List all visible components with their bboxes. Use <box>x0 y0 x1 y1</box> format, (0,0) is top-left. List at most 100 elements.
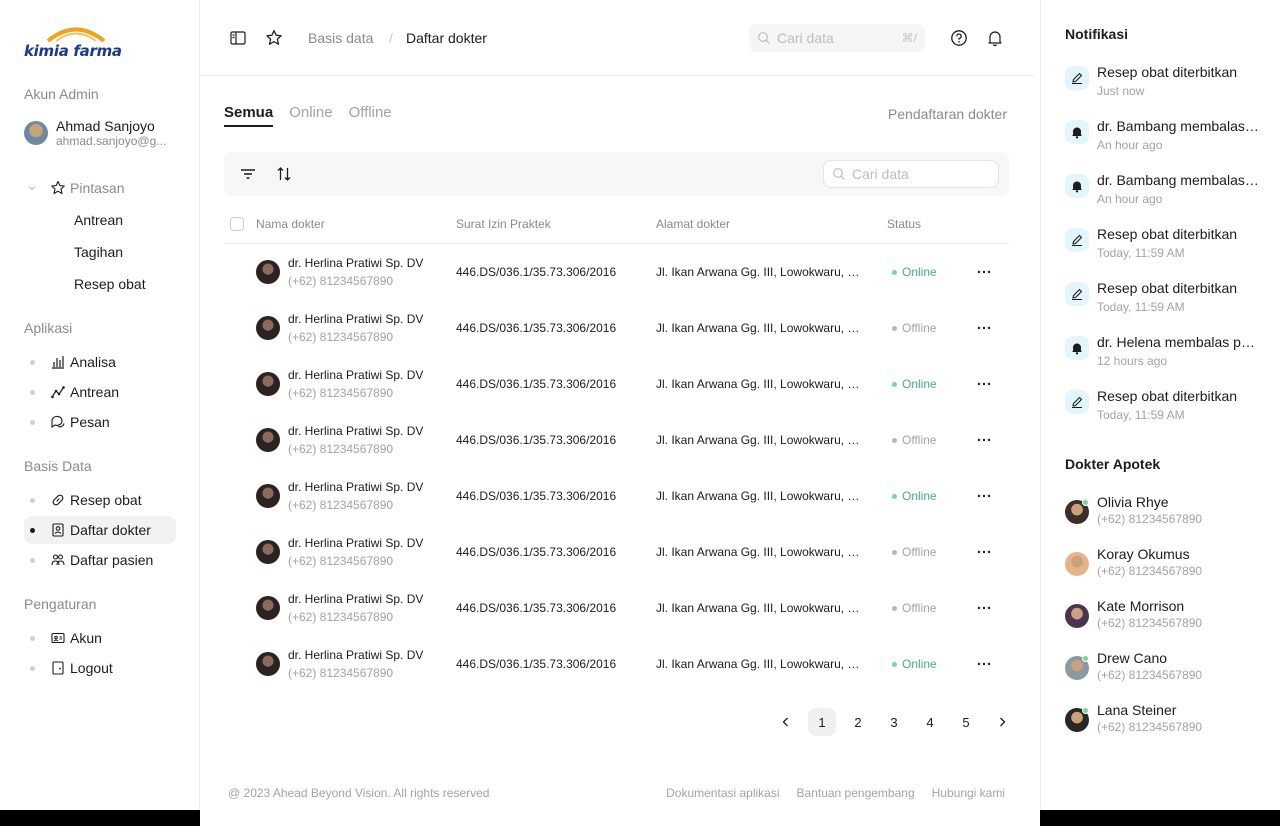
notification-item[interactable]: dr. Helena membalas pesan 12 hours ago <box>1065 334 1265 374</box>
column-header-name[interactable]: Nama dokter <box>256 217 325 231</box>
pharmacist-item[interactable]: Kate Morrison (+62) 81234567890 <box>1065 598 1265 638</box>
admin-profile[interactable]: Ahmad Sanjoyo ahmad.sanjoyo@g... <box>24 116 184 150</box>
pharmacist-item[interactable]: Lana Steiner (+62) 81234567890 <box>1065 702 1265 742</box>
table-row[interactable]: dr. Herlina Pratiwi Sp. DV (+62) 81234567… <box>224 412 1009 468</box>
table-row[interactable]: dr. Herlina Pratiwi Sp. DV (+62) 81234567… <box>224 244 1009 300</box>
more-options-icon[interactable] <box>972 430 996 450</box>
doctor-avatar <box>256 372 280 396</box>
column-header-status[interactable]: Status <box>887 217 921 231</box>
sidebar-item-akun[interactable]: Akun <box>24 624 176 652</box>
more-options-icon[interactable] <box>972 598 996 618</box>
sidebar-group-pintasan[interactable]: Pintasan <box>24 174 176 202</box>
sidebar-item-antrean-shortcut[interactable]: Antrean <box>24 206 176 234</box>
notification-item[interactable]: Resep obat diterbitkan Just now <box>1065 64 1265 104</box>
pharmacist-phone: (+62) 81234567890 <box>1097 616 1203 630</box>
sidebar-item-label: Daftar dokter <box>70 522 151 538</box>
tab-offline[interactable]: Offline <box>349 104 392 127</box>
register-doctor-link[interactable]: Pendaftaran dokter <box>888 106 1007 122</box>
table-row[interactable]: dr. Herlina Pratiwi Sp. DV (+62) 81234567… <box>224 300 1009 356</box>
table-row[interactable]: dr. Herlina Pratiwi Sp. DV (+62) 81234567… <box>224 468 1009 524</box>
notification-item[interactable]: dr. Bambang membalas pesan An hour ago <box>1065 172 1265 212</box>
prev-page-icon[interactable] <box>772 708 800 736</box>
status-label: Online <box>902 489 937 503</box>
select-all-checkbox[interactable] <box>230 217 244 231</box>
footer-link-contact[interactable]: Hubungi kami <box>932 786 1005 800</box>
sidebar-item-resep-obat[interactable]: Resep obat <box>24 486 176 514</box>
footer-link-docs[interactable]: Dokumentasi aplikasi <box>666 786 779 800</box>
sidebar-item-antrean[interactable]: Antrean <box>24 378 176 406</box>
sort-icon[interactable] <box>274 164 294 184</box>
status-dot <box>892 549 897 555</box>
more-options-icon[interactable] <box>972 654 996 674</box>
notification-item[interactable]: Resep obat diterbitkan Today, 11:59 AM <box>1065 280 1265 320</box>
sidebar-item-pesan[interactable]: Pesan <box>24 408 176 436</box>
footer-link-dev-help[interactable]: Bantuan pengembang <box>797 786 915 800</box>
footer-links: Dokumentasi aplikasi Bantuan pengembang … <box>666 786 1005 800</box>
sidebar-item-daftar-dokter[interactable]: Daftar dokter <box>24 516 176 544</box>
page-button-4[interactable]: 4 <box>916 708 944 736</box>
more-options-icon[interactable] <box>972 262 996 282</box>
filter-icon[interactable] <box>238 164 258 184</box>
table-row[interactable]: dr. Herlina Pratiwi Sp. DV (+62) 81234567… <box>224 636 1009 692</box>
table-row[interactable]: dr. Herlina Pratiwi Sp. DV (+62) 81234567… <box>224 524 1009 580</box>
notification-text: dr. Bambang membalas pesan <box>1097 172 1262 188</box>
sidebar-item-daftar-pasien[interactable]: Daftar pasien <box>24 546 176 574</box>
notification-time: Today, 11:59 AM <box>1097 300 1185 314</box>
tab-online[interactable]: Online <box>289 104 332 127</box>
topbar: Basis data / Daftar dokter ⌘/ <box>200 0 1034 76</box>
breadcrumb-parent[interactable]: Basis data <box>308 30 373 46</box>
column-header-address[interactable]: Alamat dokter <box>656 217 730 231</box>
edit-icon <box>1065 390 1089 414</box>
table-row[interactable]: dr. Herlina Pratiwi Sp. DV (+62) 81234567… <box>224 580 1009 636</box>
sidebar-item-tagihan[interactable]: Tagihan <box>24 238 176 266</box>
page-button-5[interactable]: 5 <box>952 708 980 736</box>
help-icon[interactable] <box>949 28 969 48</box>
notification-item[interactable]: Resep obat diterbitkan Today, 11:59 AM <box>1065 226 1265 266</box>
more-options-icon[interactable] <box>972 486 996 506</box>
next-page-icon[interactable] <box>988 708 1016 736</box>
notification-time: Today, 11:59 AM <box>1097 408 1185 422</box>
sidebar-item-analisa[interactable]: Analisa <box>24 348 176 376</box>
more-options-icon[interactable] <box>972 318 996 338</box>
bell-icon[interactable] <box>985 28 1005 48</box>
pharmacist-item[interactable]: Olivia Rhye (+62) 81234567890 <box>1065 494 1265 534</box>
pharmacist-item[interactable]: Drew Cano (+62) 81234567890 <box>1065 650 1265 690</box>
top-search-input[interactable] <box>777 30 887 46</box>
notification-text: dr. Helena membalas pesan <box>1097 334 1262 350</box>
favorite-star-icon[interactable] <box>264 28 284 48</box>
tab-semua[interactable]: Semua <box>224 104 274 127</box>
more-options-icon[interactable] <box>972 542 996 562</box>
kimia-farma-logo[interactable]: kimia farma <box>24 24 134 64</box>
page-button-2[interactable]: 2 <box>844 708 872 736</box>
more-options-icon[interactable] <box>972 374 996 394</box>
doctor-name: dr. Herlina Pratiwi Sp. DV <box>288 480 424 494</box>
doctor-sip: 446.DS/036.1/35.73.306/2016 <box>456 545 617 559</box>
table-search-input[interactable] <box>852 166 962 182</box>
doctor-address: Jl. Ikan Arwana Gg. III, Lowokwaru, Mala… <box>656 489 866 503</box>
doctor-sip: 446.DS/036.1/35.73.306/2016 <box>456 433 617 447</box>
sidebar-group-label: Pintasan <box>70 180 125 196</box>
page-button-3[interactable]: 3 <box>880 708 908 736</box>
doctor-sip: 446.DS/036.1/35.73.306/2016 <box>456 601 617 615</box>
sidebar-item-label: Analisa <box>70 354 116 370</box>
status-dot <box>892 437 897 443</box>
column-header-sip[interactable]: Surat Izin Praktek <box>456 217 551 231</box>
sidebar-item-logout[interactable]: Logout <box>24 654 176 682</box>
table-search-box[interactable] <box>823 160 999 188</box>
pharmacist-avatar <box>1065 552 1089 576</box>
logo-arc-icon <box>46 27 106 42</box>
page-button-1[interactable]: 1 <box>808 708 836 736</box>
notification-item[interactable]: dr. Bambang membalas pesan An hour ago <box>1065 118 1265 158</box>
apps-section-title: Aplikasi <box>24 320 73 336</box>
pharmacist-item[interactable]: Koray Okumus (+62) 81234567890 <box>1065 546 1265 586</box>
notification-item[interactable]: Resep obat diterbitkan Today, 11:59 AM <box>1065 388 1265 428</box>
doctor-address: Jl. Ikan Arwana Gg. III, Lowokwaru, Mala… <box>656 601 866 615</box>
sidebar-toggle-icon[interactable] <box>228 28 248 48</box>
status-dot <box>892 493 897 499</box>
chevron-down-icon <box>24 183 40 193</box>
table-row[interactable]: dr. Herlina Pratiwi Sp. DV (+62) 81234567… <box>224 356 1009 412</box>
sidebar-item-label: Resep obat <box>70 492 142 508</box>
doctor-sip: 446.DS/036.1/35.73.306/2016 <box>456 489 617 503</box>
sidebar-item-resep-shortcut[interactable]: Resep obat <box>24 270 176 298</box>
top-search-box[interactable]: ⌘/ <box>749 24 925 52</box>
